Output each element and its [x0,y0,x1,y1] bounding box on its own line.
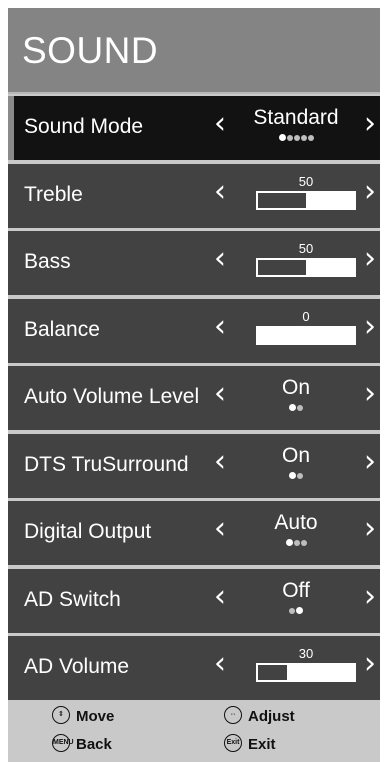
chevron-left-icon[interactable]: ‹ [214,244,226,274]
chevron-left-icon[interactable]: ‹ [214,447,226,477]
setting-row[interactable]: Digital Output ‹ › Auto [8,501,380,565]
setting-value: On [281,444,310,467]
option-position-dots [238,472,354,482]
slider-fill [258,260,306,275]
option-position-dots [238,539,354,549]
key-hints-footer: ⇕ Move ⇔ Adjust MENU Back Exit Exit [8,700,380,762]
chevron-left-icon[interactable]: ‹ [214,109,226,139]
adjust-hint: ⇔ Adjust [224,706,295,726]
option-position-dots [238,404,354,414]
chevron-right-icon[interactable]: › [364,244,376,274]
setting-label: Digital Output [24,520,152,543]
setting-value: Auto [274,511,318,534]
option-dot [293,539,300,546]
setting-row[interactable]: AD Volume ‹ › 30 [8,636,380,700]
option-dot [278,134,286,142]
setting-row[interactable]: AD Switch ‹ › Off [8,569,380,633]
slider-value: 50 [298,174,314,189]
chevron-right-icon[interactable]: › [364,649,376,679]
setting-label: Auto Volume Level [24,385,200,408]
setting-row[interactable]: Sound Mode ‹ › Standard [8,96,380,160]
setting-value: Off [282,579,310,602]
slider-value: 30 [298,646,314,661]
slider-value: 50 [298,241,314,256]
option-dot [297,404,303,411]
chevron-right-icon[interactable]: › [364,312,376,342]
chevron-left-icon[interactable]: ‹ [214,514,226,544]
page-title: SOUND [22,30,159,71]
move-hint-label: Move [76,708,115,725]
menu-button-icon: MENU [52,734,74,753]
up-down-nav-icon: ⇕ [52,706,70,725]
level-slider[interactable] [256,258,356,277]
option-dot [289,404,296,412]
chevron-left-icon[interactable]: ‹ [214,379,226,409]
setting-row[interactable]: DTS TruSurround ‹ › On [8,434,380,498]
slider-fill [258,193,306,208]
setting-value: Standard [253,106,339,129]
setting-label: Treble [24,183,83,206]
setting-row[interactable]: Balance ‹ › 0 [8,299,380,363]
option-dot [293,134,300,141]
setting-label: Sound Mode [24,115,144,138]
exit-hint-label: Exit [248,736,276,753]
setting-label: Bass [24,250,71,273]
option-dot [307,134,314,141]
setting-row[interactable]: Auto Volume Level ‹ › On [8,366,380,430]
chevron-left-icon[interactable]: ‹ [214,582,226,612]
option-position-dots [238,607,354,617]
back-hint: MENU Back [52,734,112,754]
setting-value: On [281,376,310,399]
back-hint-label: Back [76,736,112,753]
slider-value: 0 [302,309,310,324]
slider-fill [258,665,287,680]
setting-label: AD Switch [24,588,121,611]
chevron-right-icon[interactable]: › [364,514,376,544]
adjust-hint-label: Adjust [248,708,295,725]
option-dot [289,607,295,614]
level-slider[interactable] [256,326,356,345]
level-slider[interactable] [256,663,356,682]
option-dot [285,539,293,547]
setting-row[interactable]: Bass ‹ › 50 [8,231,380,295]
option-dot [289,472,296,480]
exit-hint: Exit Exit [224,734,276,754]
level-slider[interactable] [256,191,356,210]
move-hint: ⇕ Move [52,706,115,726]
setting-label: AD Volume [24,655,130,678]
chevron-left-icon[interactable]: ‹ [214,649,226,679]
chevron-right-icon[interactable]: › [364,109,376,139]
chevron-right-icon[interactable]: › [364,379,376,409]
chevron-right-icon[interactable]: › [364,447,376,477]
exit-button-icon: Exit [224,734,242,753]
option-dot [296,607,303,615]
chevron-left-icon[interactable]: ‹ [214,312,226,342]
chevron-left-icon[interactable]: ‹ [214,177,226,207]
option-dot [286,134,293,141]
selection-indicator [8,96,14,160]
sound-menu-panel: SOUND Sound Mode ‹ › Standard Treble ‹ › 50 Bass… [8,8,380,762]
option-position-dots [238,134,354,144]
menu-header: SOUND [8,8,380,94]
option-dot [300,539,307,546]
setting-row[interactable]: Treble ‹ › 50 [8,164,380,228]
chevron-right-icon[interactable]: › [364,582,376,612]
setting-label: Balance [24,318,100,341]
option-dot [297,472,303,479]
setting-label: DTS TruSurround [24,453,189,476]
option-dot [300,134,307,141]
chevron-right-icon[interactable]: › [364,177,376,207]
left-right-nav-icon: ⇔ [224,706,242,725]
